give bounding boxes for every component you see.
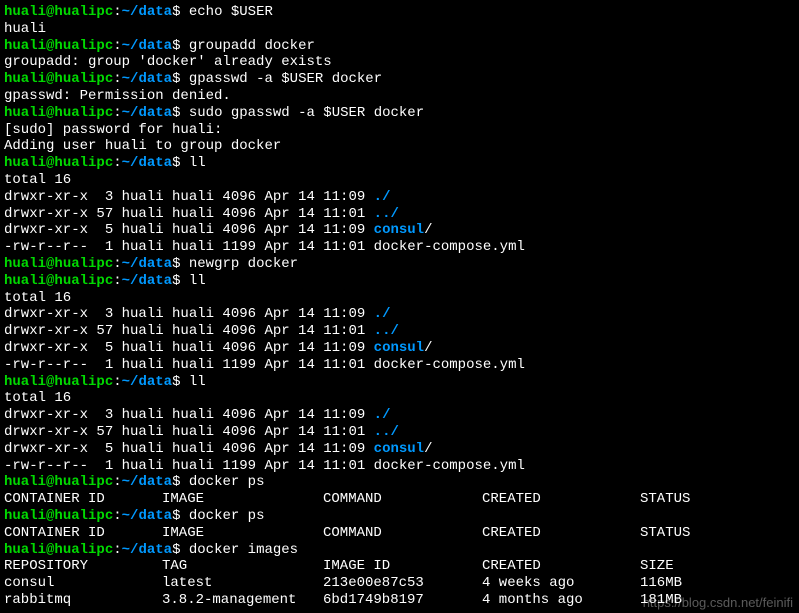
ls-line: drwxr-xr-x 57 huali huali 4096 Apr 14 11… — [4, 206, 795, 223]
command: ll — [180, 273, 205, 289]
prompt-line: huali@hualipc:~/data$ sudo gpasswd -a $U… — [4, 105, 795, 122]
ls-line: -rw-r--r-- 1 huali huali 1199 Apr 14 11:… — [4, 458, 795, 475]
host: hualipc — [54, 4, 113, 20]
output-line: groupadd: group 'docker' already exists — [4, 54, 795, 71]
command: sudo gpasswd -a $USER docker — [180, 105, 424, 121]
col-created: CREATED — [482, 491, 640, 508]
prompt-line: huali@hualipc:~/data$ newgrp docker — [4, 256, 795, 273]
ls-line: drwxr-xr-x 57 huali huali 4096 Apr 14 11… — [4, 323, 795, 340]
col-created: CREATED — [482, 558, 640, 575]
output-line: huali — [4, 21, 795, 38]
col-size: SIZE — [640, 558, 795, 575]
dir-link: consul — [374, 441, 424, 457]
ls-line: drwxr-xr-x 5 huali huali 4096 Apr 14 11:… — [4, 441, 795, 458]
ls-line: drwxr-xr-x 3 huali huali 4096 Apr 14 11:… — [4, 407, 795, 424]
ls-line: drwxr-xr-x 5 huali huali 4096 Apr 14 11:… — [4, 340, 795, 357]
docker-images-header: REPOSITORY TAG IMAGE ID CREATED SIZE — [4, 558, 795, 575]
dir-link: ./ — [374, 407, 391, 423]
prompt-line: huali@hualipc:~/data$ docker ps — [4, 474, 795, 491]
cwd: ~/data — [122, 4, 172, 20]
command: newgrp docker — [180, 256, 298, 272]
prompt-line: huali@hualipc:~/data$ gpasswd -a $USER d… — [4, 71, 795, 88]
prompt-line: huali@hualipc:~/data$ ll — [4, 273, 795, 290]
command: ll — [180, 155, 205, 171]
ls-line: drwxr-xr-x 57 huali huali 4096 Apr 14 11… — [4, 424, 795, 441]
prompt-line: huali@hualipc:~/data$ ll — [4, 374, 795, 391]
command: echo $USER — [180, 4, 272, 20]
output-line: total 16 — [4, 290, 795, 307]
col-image: IMAGE — [162, 491, 323, 508]
command: gpasswd -a $USER docker — [180, 71, 382, 87]
col-tag: TAG — [162, 558, 323, 575]
prompt-line: huali@hualipc:~/data$ echo $USER — [4, 4, 795, 21]
prompt-line: huali@hualipc:~/data$ groupadd docker — [4, 38, 795, 55]
ls-line: drwxr-xr-x 3 huali huali 4096 Apr 14 11:… — [4, 306, 795, 323]
command: docker images — [180, 542, 298, 558]
output-line: gpasswd: Permission denied. — [4, 88, 795, 105]
output-line: total 16 — [4, 390, 795, 407]
dir-link: ../ — [374, 323, 399, 339]
prompt-line: huali@hualipc:~/data$ docker images — [4, 542, 795, 559]
ls-line: drwxr-xr-x 3 huali huali 4096 Apr 14 11:… — [4, 189, 795, 206]
command: ll — [180, 374, 205, 390]
dir-link: consul — [374, 340, 424, 356]
prompt-line: huali@hualipc:~/data$ docker ps — [4, 508, 795, 525]
command: docker ps — [180, 474, 264, 490]
docker-ps-header: CONTAINER ID IMAGE COMMAND CREATED STATU… — [4, 491, 795, 508]
ls-line: -rw-r--r-- 1 huali huali 1199 Apr 14 11:… — [4, 357, 795, 374]
ls-line: -rw-r--r-- 1 huali huali 1199 Apr 14 11:… — [4, 239, 795, 256]
user: huali — [4, 4, 46, 20]
dir-link: ./ — [374, 306, 391, 322]
docker-ps-header: CONTAINER ID IMAGE COMMAND CREATED STATU… — [4, 525, 795, 542]
command: groupadd docker — [180, 38, 314, 54]
col-command: COMMAND — [323, 491, 482, 508]
dir-link: ../ — [374, 206, 399, 222]
output-line: total 16 — [4, 172, 795, 189]
dir-link: consul — [374, 222, 424, 238]
col-repository: REPOSITORY — [4, 558, 162, 575]
col-container-id: CONTAINER ID — [4, 491, 162, 508]
dir-link: ../ — [374, 424, 399, 440]
prompt-line: huali@hualipc:~/data$ ll — [4, 155, 795, 172]
ls-line: drwxr-xr-x 5 huali huali 4096 Apr 14 11:… — [4, 222, 795, 239]
col-image-id: IMAGE ID — [323, 558, 482, 575]
dir-link: ./ — [374, 189, 391, 205]
table-row: consul latest 213e00e87c53 4 weeks ago 1… — [4, 575, 795, 592]
output-line: Adding user huali to group docker — [4, 138, 795, 155]
col-status: STATUS — [640, 491, 795, 508]
terminal-output[interactable]: huali@hualipc:~/data$ echo $USER huali h… — [4, 4, 795, 609]
output-line: [sudo] password for huali: — [4, 122, 795, 139]
command: docker ps — [180, 508, 264, 524]
watermark: https://blog.csdn.net/feinifi — [643, 595, 793, 611]
